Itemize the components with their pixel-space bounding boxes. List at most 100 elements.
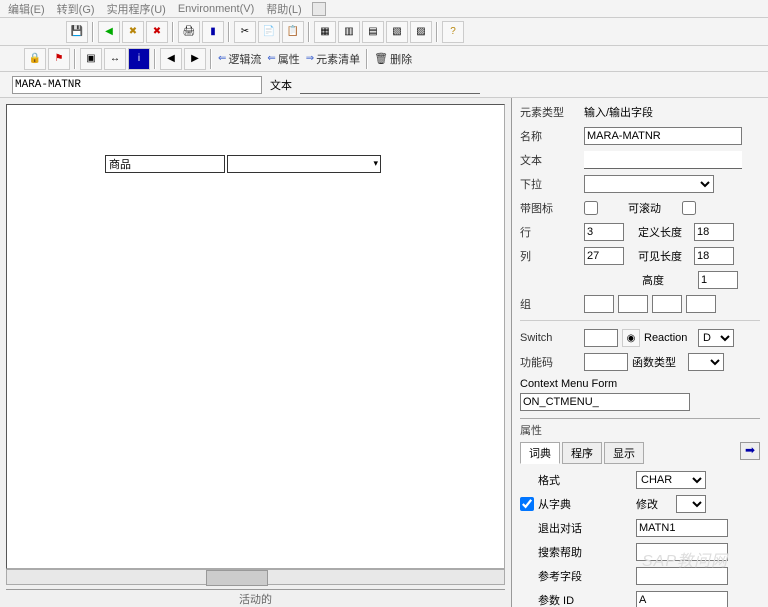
text-label: 文本 bbox=[270, 77, 292, 93]
paste-icon[interactable]: 📋 bbox=[282, 21, 304, 43]
tool1-icon[interactable]: ▦ bbox=[314, 21, 336, 43]
menu-util[interactable]: 实用程序(U) bbox=[101, 1, 172, 17]
paramid-input[interactable] bbox=[636, 591, 728, 607]
toolbar-second: 🔒 ⚑ ▣ ↔ i ◀ ▶ ⇐逻辑流 ⇐属性 ⇒元素清单 🗑删除 bbox=[0, 46, 768, 72]
prev-icon[interactable]: ◀ bbox=[160, 48, 182, 70]
modify-select[interactable] bbox=[676, 495, 706, 513]
print-icon[interactable]: 🖨 bbox=[178, 21, 200, 43]
menu-env[interactable]: Environment(V) bbox=[172, 3, 260, 15]
tool3-icon[interactable]: ▤ bbox=[362, 21, 384, 43]
group3-input[interactable] bbox=[652, 295, 682, 313]
lock-icon[interactable]: 🔒 bbox=[24, 48, 46, 70]
attrs-header: 属性 bbox=[520, 418, 760, 438]
next-icon[interactable]: ▶ bbox=[184, 48, 206, 70]
element-type-label: 元素类型 bbox=[520, 104, 580, 120]
name-input[interactable] bbox=[584, 127, 742, 145]
height-label: 高度 bbox=[642, 272, 694, 288]
col-input[interactable] bbox=[584, 247, 624, 265]
reffield-label: 参考字段 bbox=[538, 568, 602, 584]
text-prop-input[interactable] bbox=[584, 151, 742, 169]
vislen-label: 可见长度 bbox=[638, 248, 690, 264]
field-input[interactable]: ▾ bbox=[227, 155, 381, 173]
other-icon[interactable]: ↔ bbox=[104, 48, 126, 70]
exitdialog-label: 退出对话 bbox=[538, 520, 602, 536]
withicon-checkbox[interactable] bbox=[584, 201, 598, 215]
tool5-icon[interactable]: ▨ bbox=[410, 21, 432, 43]
cut-icon[interactable]: ✂ bbox=[234, 21, 256, 43]
copy-icon[interactable]: 📄 bbox=[258, 21, 280, 43]
deflen-label: 定义长度 bbox=[638, 224, 690, 240]
tool4-icon[interactable]: ▧ bbox=[386, 21, 408, 43]
screen-canvas[interactable]: 商品 ▾ bbox=[6, 104, 505, 569]
menu-goto[interactable]: 转到(G) bbox=[51, 1, 101, 17]
switch-label: Switch bbox=[520, 332, 580, 344]
help-icon[interactable]: ? bbox=[442, 21, 464, 43]
switch-help-icon[interactable]: ◉ bbox=[622, 329, 640, 347]
field-label: 商品 bbox=[105, 155, 225, 173]
reaction-label: Reaction bbox=[644, 332, 694, 344]
trash-icon: 🗑 bbox=[374, 52, 388, 65]
flag-icon[interactable]: ⚑ bbox=[48, 48, 70, 70]
fcode-label: 功能码 bbox=[520, 354, 580, 370]
menu-marker-icon bbox=[312, 2, 326, 16]
logic-flow-button[interactable]: ⇐逻辑流 bbox=[216, 51, 263, 67]
canvas-field-matnr[interactable]: 商品 ▾ bbox=[105, 155, 381, 173]
withicon-label: 带图标 bbox=[520, 200, 580, 216]
height-input[interactable] bbox=[698, 271, 738, 289]
scrollable-label: 可滚动 bbox=[628, 200, 678, 216]
attributes-button[interactable]: ⇐属性 bbox=[265, 51, 301, 67]
delete-button[interactable]: 🗑删除 bbox=[372, 51, 414, 67]
back-icon[interactable]: ◀ bbox=[98, 21, 120, 43]
reffield-input[interactable] bbox=[636, 567, 728, 585]
ftype-select[interactable] bbox=[688, 353, 724, 371]
group4-input[interactable] bbox=[686, 295, 716, 313]
toolbar-main: 💾 ◀ ✖ ✖ 🖨 ▮ ✂ 📄 📋 ▦ ▥ ▤ ▧ ▨ ? bbox=[0, 18, 768, 46]
switch-input[interactable] bbox=[584, 329, 618, 347]
group2-input[interactable] bbox=[618, 295, 648, 313]
status-bar: 活动的 bbox=[6, 589, 505, 607]
reaction-select[interactable]: D bbox=[698, 329, 734, 347]
f4-help-icon[interactable]: ▾ bbox=[373, 158, 378, 169]
menu-bar: 编辑(E) 转到(G) 实用程序(U) Environment(V) 帮助(L) bbox=[0, 0, 768, 18]
tab-disp[interactable]: 显示 bbox=[604, 442, 644, 464]
row-input[interactable] bbox=[584, 223, 624, 241]
ctxmenu-label: Context Menu Form bbox=[520, 378, 760, 390]
group-label: 组 bbox=[520, 296, 580, 312]
deflen-input[interactable] bbox=[694, 223, 734, 241]
format-select[interactable]: CHAR bbox=[636, 471, 706, 489]
find-icon[interactable]: ▮ bbox=[202, 21, 224, 43]
element-text-input[interactable] bbox=[300, 76, 480, 94]
attr-tabs: 词典 程序 显示 ➡ bbox=[520, 442, 760, 464]
scrollable-checkbox[interactable] bbox=[682, 201, 696, 215]
designer-header: 文本 bbox=[0, 72, 768, 98]
modify-label: 修改 bbox=[636, 496, 672, 512]
menu-edit[interactable]: 编辑(E) bbox=[2, 1, 51, 17]
tab-prog[interactable]: 程序 bbox=[562, 442, 602, 464]
arrow-right-icon[interactable]: ➡ bbox=[740, 442, 760, 460]
cancel-icon[interactable]: ✖ bbox=[146, 21, 168, 43]
info-icon[interactable]: i bbox=[128, 48, 150, 70]
text-prop-label: 文本 bbox=[520, 152, 580, 168]
row-label: 行 bbox=[520, 224, 580, 240]
exitdialog-input[interactable] bbox=[636, 519, 728, 537]
ctxmenu-input[interactable] bbox=[520, 393, 690, 411]
paramid-label: 参数 ID bbox=[538, 592, 602, 607]
properties-panel: 元素类型输入/输出字段 名称 文本 下拉 带图标 可滚动 行 定义长度 列 可见… bbox=[512, 98, 768, 607]
dropdown-select[interactable] bbox=[584, 175, 714, 193]
display-icon[interactable]: ▣ bbox=[80, 48, 102, 70]
canvas-area: 商品 ▾ 活动的 bbox=[0, 98, 512, 607]
fromdict-label: 从字典 bbox=[538, 496, 602, 512]
vislen-input[interactable] bbox=[694, 247, 734, 265]
tool2-icon[interactable]: ▥ bbox=[338, 21, 360, 43]
menu-help[interactable]: 帮助(L) bbox=[260, 1, 307, 17]
element-name-input[interactable] bbox=[12, 76, 262, 94]
searchhelp-input[interactable] bbox=[636, 543, 728, 561]
searchhelp-label: 搜索帮助 bbox=[538, 544, 602, 560]
save-icon[interactable]: 💾 bbox=[66, 21, 88, 43]
fcode-input[interactable] bbox=[584, 353, 628, 371]
group1-input[interactable] bbox=[584, 295, 614, 313]
exit-icon[interactable]: ✖ bbox=[122, 21, 144, 43]
fromdict-checkbox[interactable] bbox=[520, 497, 534, 511]
element-list-button[interactable]: ⇒元素清单 bbox=[304, 51, 362, 67]
tab-dict[interactable]: 词典 bbox=[520, 442, 560, 464]
